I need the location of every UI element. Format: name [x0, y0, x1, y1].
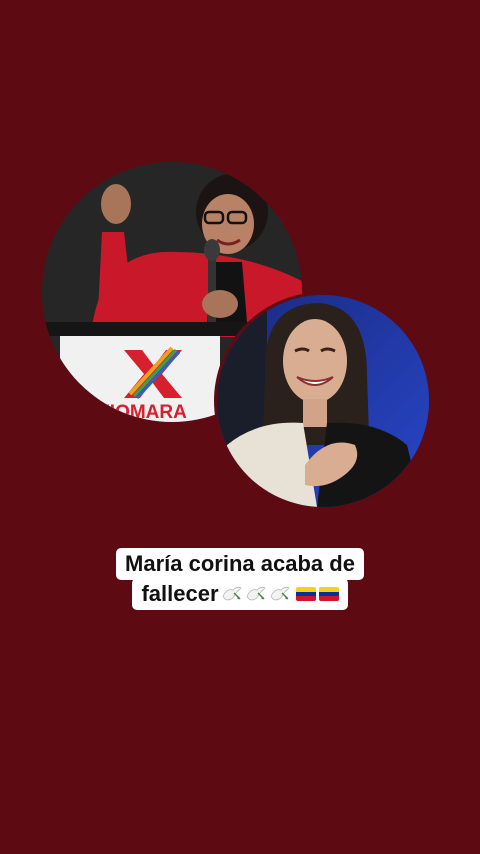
emoji-row [221, 584, 339, 604]
podium-text: XIOMARA [97, 402, 187, 422]
venezuela-flag-icon [295, 587, 316, 601]
dove-icon [222, 586, 242, 601]
caption-line-2: fallecer [132, 578, 348, 610]
caption-overlay: María corina acaba de fallecer [0, 548, 480, 610]
venezuela-flag-icon [318, 587, 339, 601]
caption-line-2-text: fallecer [141, 581, 219, 606]
dove-icon [270, 586, 290, 601]
dove-icon [246, 586, 266, 601]
caption-line-1: María corina acaba de [116, 548, 364, 580]
photo-smiling-woman [214, 292, 432, 510]
